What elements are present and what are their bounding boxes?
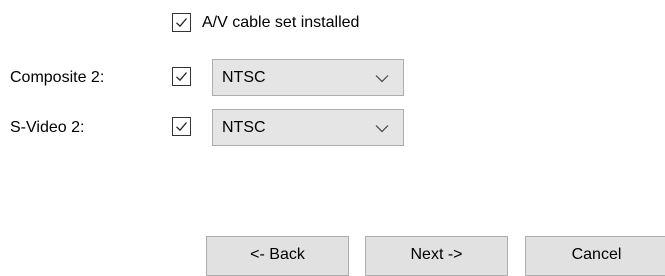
composite-label: Composite 2: bbox=[10, 69, 105, 86]
svideo-standard-select[interactable]: NTSC bbox=[212, 109, 404, 146]
composite-standard-select[interactable]: NTSC bbox=[212, 59, 404, 96]
composite-checkbox[interactable] bbox=[172, 67, 191, 86]
next-button[interactable]: Next -> bbox=[365, 236, 508, 276]
av-cable-label: A/V cable set installed bbox=[202, 14, 360, 31]
checkmark-icon bbox=[176, 122, 187, 132]
svideo-checkbox[interactable] bbox=[172, 117, 191, 136]
chevron-down-icon bbox=[375, 125, 389, 133]
composite-selected-value: NTSC bbox=[222, 69, 266, 86]
cancel-button[interactable]: Cancel bbox=[525, 236, 665, 276]
svideo-label: S-Video 2: bbox=[10, 119, 85, 136]
checkmark-icon bbox=[176, 18, 187, 28]
back-button[interactable]: <- Back bbox=[206, 236, 349, 276]
chevron-down-icon bbox=[375, 75, 389, 83]
av-cable-checkbox[interactable] bbox=[172, 13, 191, 32]
svideo-selected-value: NTSC bbox=[222, 119, 266, 136]
checkmark-icon bbox=[176, 72, 187, 82]
